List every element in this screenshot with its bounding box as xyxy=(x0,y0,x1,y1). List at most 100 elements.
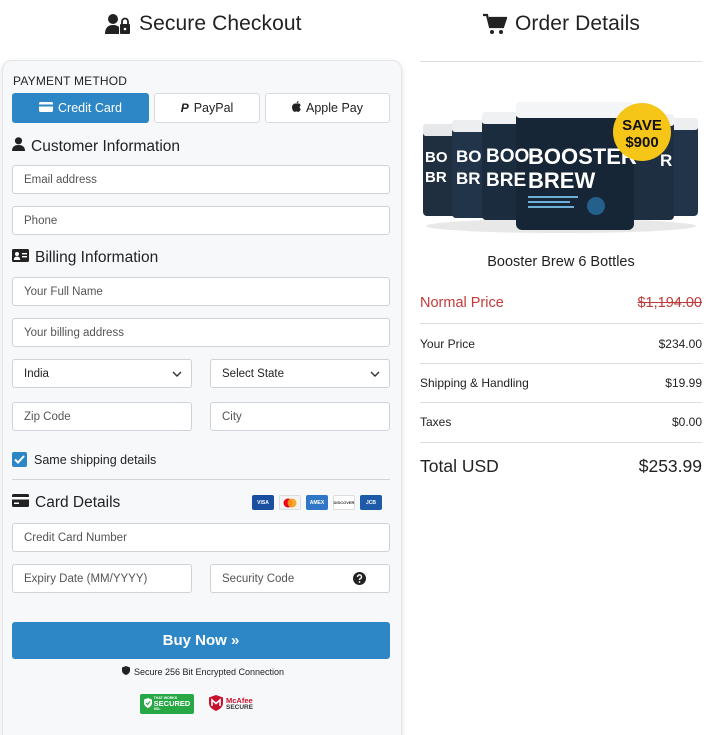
secure-checkout-title: Secure Checkout xyxy=(139,12,302,35)
phone-field[interactable]: Phone xyxy=(12,206,390,235)
security-code-placeholder: Security Code xyxy=(222,572,295,585)
email-field[interactable]: Email address xyxy=(12,165,390,194)
expiry-date-placeholder: Expiry Date (MM/YYYY) xyxy=(24,572,148,585)
checkout-page: Secure Checkout Order Details PAYMENT ME… xyxy=(0,0,709,735)
billing-info-title: Billing Information xyxy=(35,249,159,266)
normal-price-label: Normal Price xyxy=(420,295,504,311)
credit-card-icon xyxy=(12,494,29,512)
svg-text:BO: BO xyxy=(456,147,482,166)
apple-pay-tab[interactable]: Apple Pay xyxy=(265,93,390,123)
state-value: Select State xyxy=(222,367,285,380)
email-placeholder: Email address xyxy=(24,173,97,186)
mcafee-secure-badge: McAfee SECURE xyxy=(209,694,263,714)
row-divider xyxy=(420,323,702,324)
zip-code-field[interactable]: Zip Code xyxy=(12,402,192,431)
same-shipping-label: Same shipping details xyxy=(34,452,157,467)
your-price-value: $234.00 xyxy=(658,337,702,351)
user-lock-icon xyxy=(105,13,131,35)
credit-card-tab-label: Credit Card xyxy=(58,101,122,115)
apple-pay-tab-label: Apple Pay xyxy=(306,101,363,115)
full-name-placeholder: Your Full Name xyxy=(24,285,103,298)
security-code-field[interactable]: Security Code xyxy=(210,564,390,593)
discover-icon: DISCOVER xyxy=(333,495,355,510)
svg-text:R: R xyxy=(660,151,672,170)
question-circle-icon[interactable] xyxy=(353,572,366,588)
mcafee-secure-text: SECURE xyxy=(226,703,254,711)
row-divider xyxy=(420,442,702,443)
card-details-title: Card Details xyxy=(35,494,121,511)
svg-text:BR: BR xyxy=(425,169,447,186)
section-divider xyxy=(12,479,390,480)
jcb-icon: JCB xyxy=(360,495,382,510)
accepted-cards: VISA AMEX DISCOVER JCB xyxy=(252,495,382,510)
checkbox-checked-icon[interactable] xyxy=(12,452,27,467)
svg-text:BRE: BRE xyxy=(486,170,526,191)
apple-icon xyxy=(292,101,301,115)
expiry-date-field[interactable]: Expiry Date (MM/YYYY) xyxy=(12,564,192,593)
country-select[interactable]: India xyxy=(12,359,192,388)
visa-icon: VISA xyxy=(252,495,274,510)
save-badge-line2: $900 xyxy=(625,134,658,151)
chevron-down-icon xyxy=(370,369,380,382)
taxes-label: Taxes xyxy=(420,415,452,429)
city-field[interactable]: City xyxy=(210,402,390,431)
card-number-placeholder: Credit Card Number xyxy=(24,531,127,544)
order-details-title: Order Details xyxy=(515,12,641,35)
row-divider xyxy=(420,402,702,403)
svg-text:BO: BO xyxy=(425,149,448,166)
shipping-row: Shipping & Handling $19.99 xyxy=(420,376,702,390)
paypal-tab[interactable]: P PayPal xyxy=(154,93,260,123)
paypal-tab-label: PayPal xyxy=(193,101,234,115)
normal-price-row: Normal Price $1,194.00 xyxy=(420,295,702,311)
zip-code-placeholder: Zip Code xyxy=(24,410,71,423)
jar-brand-line2: BREW xyxy=(528,168,595,193)
id-card-icon xyxy=(12,249,29,267)
secure-checkout-header: Secure Checkout xyxy=(105,12,302,36)
paypal-icon: P xyxy=(180,101,189,115)
shipping-label: Shipping & Handling xyxy=(420,376,529,390)
mastercard-icon xyxy=(279,495,301,510)
shield-icon xyxy=(121,666,130,677)
same-shipping-checkbox[interactable]: Same shipping details xyxy=(12,452,156,467)
product-bottles-image: BOOSTER BREW BO BR BO BR BOO BRE R SAVE … xyxy=(423,102,698,233)
checkout-form-card: PAYMENT METHOD Credit Card P PayPal Appl… xyxy=(2,60,402,735)
total-label: Total USD xyxy=(420,456,499,476)
full-name-field[interactable]: Your Full Name xyxy=(12,277,390,306)
state-select[interactable]: Select State xyxy=(210,359,390,388)
product-name: Booster Brew 6 Bottles xyxy=(487,254,635,270)
shipping-value: $19.99 xyxy=(665,376,702,390)
billing-address-placeholder: Your billing address xyxy=(24,326,124,339)
total-value: $253.99 xyxy=(638,456,702,476)
billing-address-field[interactable]: Your billing address xyxy=(12,318,390,347)
svg-text:BOO: BOO xyxy=(486,146,529,167)
country-value: India xyxy=(24,367,49,380)
secure-connection-note: Secure 256 Bit Encrypted Connection xyxy=(3,666,403,677)
total-row: Total USD $253.99 xyxy=(420,456,702,477)
city-placeholder: City xyxy=(222,410,242,423)
product-image: BOOSTER BREW BO BR BO BR BOO BRE R SAVE … xyxy=(420,96,702,234)
phone-placeholder: Phone xyxy=(24,214,58,227)
header-divider xyxy=(420,61,702,62)
row-divider xyxy=(420,363,702,364)
credit-card-tab[interactable]: Credit Card xyxy=(12,93,149,123)
customer-info-heading: Customer Information xyxy=(12,137,180,156)
order-details-header: Order Details xyxy=(483,12,640,36)
amex-icon: AMEX xyxy=(306,495,328,510)
payment-method-label: PAYMENT METHOD xyxy=(13,74,128,88)
save-badge-line1: SAVE xyxy=(622,117,662,134)
normal-price-value: $1,194.00 xyxy=(637,295,702,311)
chevron-down-icon xyxy=(172,369,182,382)
user-icon xyxy=(12,137,25,156)
ssl-secured-badge: THAT WORKS SECURED SSL xyxy=(140,694,194,714)
mcafee-logo-icon xyxy=(209,695,223,713)
credit-card-icon xyxy=(39,101,54,115)
shield-check-icon xyxy=(143,698,152,710)
billing-info-heading: Billing Information xyxy=(12,249,158,267)
your-price-row: Your Price $234.00 xyxy=(420,337,702,351)
taxes-row: Taxes $0.00 xyxy=(420,415,702,429)
customer-info-title: Customer Information xyxy=(31,137,181,155)
secure-connection-text: Secure 256 Bit Encrypted Connection xyxy=(133,666,285,677)
card-number-field[interactable]: Credit Card Number xyxy=(12,523,390,552)
svg-text:BR: BR xyxy=(456,169,481,188)
buy-now-button[interactable]: Buy Now » xyxy=(12,622,390,659)
